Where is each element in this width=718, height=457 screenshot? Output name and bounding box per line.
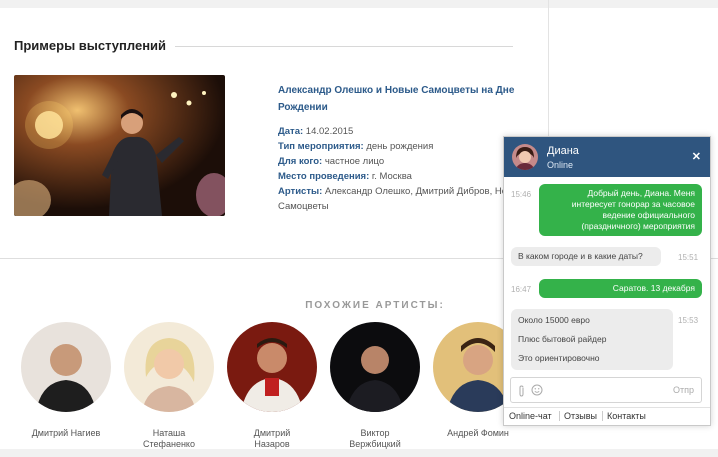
tab-contacts[interactable]: Контакты [602,411,646,421]
operator-message: Саратов. 13 декабря [539,279,702,298]
title-rule [175,46,513,47]
event-title-link[interactable]: Александр Олешко и Новые Самоцветы на Дн… [278,82,528,116]
artist-name[interactable]: Дмитрий Нагиев [16,428,116,439]
artist-name[interactable]: Виктор Верж­бицкий [325,428,425,450]
artist-card[interactable]: Виктор Верж­бицкий [325,322,425,450]
event-artists-row: Артисты: Александр Олешко, Дмитрий Дибро… [278,184,528,214]
artist-name-line1: Виктор [360,428,390,438]
event-place-row: Место проведения: г. Москва [278,169,528,184]
event-date: 14.02.2015 [305,126,354,137]
event-photo[interactable] [14,75,225,216]
chat-tabs: Online-чат Отзывы Контакты [504,407,710,426]
event-artists-label: Артисты: [278,186,323,197]
artist-card[interactable]: Наташа Стефаненко [119,322,219,450]
client-message: В каком городе и в какие даты? [511,247,661,266]
tab-reviews[interactable]: Отзывы [559,411,597,421]
artist-name-line1: Андрей Фомин [447,428,509,438]
event-for-row: Для кого: частное лицо [278,154,528,169]
event-date-row: Дата: 14.02.2015 [278,124,528,139]
event-type-label: Тип мероприятия: [278,141,364,152]
artist-name-line2: Назаров [254,439,290,449]
artist-name-line2: Верж­бицкий [349,439,401,449]
artist-avatar[interactable] [330,322,420,412]
message-time: 15:46 [511,190,532,199]
artist-card[interactable]: Дмитрий Назаров [222,322,322,450]
chat-header: Диана Online ✕ [504,137,710,177]
bottom-band [0,449,718,457]
operator-message: Добрый день, Диана. Меня интересует гоно… [539,184,702,236]
emoji-icon[interactable] [531,384,543,396]
message-input[interactable]: Отпр [510,377,702,403]
operator-status: Online [547,160,574,170]
artist-avatar[interactable] [227,322,317,412]
event-place-label: Место проведения: [278,171,370,182]
event-place: г. Москва [371,171,412,182]
artist-name-line2: Стефаненко [143,439,195,449]
event-for: частное лицо [324,156,385,167]
event-for-label: Для кого: [278,156,323,167]
artist-card[interactable]: Дмитрий Нагиев [16,322,116,439]
send-button[interactable]: Отпр [673,385,694,395]
top-band [0,0,718,8]
artist-name[interactable]: Наташа Стефаненко [119,428,219,450]
chat-widget: Диана Online ✕ 15:46 Добрый день, Диана.… [503,136,711,426]
message-line: Около 15000 евро [518,315,590,325]
artist-name[interactable]: Дмитрий Назаров [222,428,322,450]
artist-name-line1: Дмитрий Нагиев [31,428,101,438]
operator-avatar [512,144,538,170]
event-type-row: Тип мероприятия: день рождения [278,139,528,154]
artist-name-line1: Наташа [152,428,186,438]
tab-online-chat[interactable]: Online-чат [509,411,552,421]
message-time: 16:47 [511,285,532,294]
event-date-label: Дата: [278,126,304,137]
chat-messages[interactable]: 15:46 Добрый день, Диана. Меня интересуе… [504,177,710,373]
event-info: Александр Олешко и Новые Самоцветы на Дн… [278,82,528,214]
artist-name-line1: Дмитрий [253,428,291,438]
client-message: Около 15000 евро Плюс бытовой райдер Это… [511,309,673,370]
event-type: день рождения [366,141,434,152]
operator-name: Диана [547,145,579,157]
paperclip-icon[interactable] [517,385,526,397]
message-line: Плюс бытовой райдер [518,334,607,344]
close-icon[interactable]: ✕ [692,150,701,163]
message-time: 15:53 [678,316,699,325]
section-title: Примеры выступлений [14,38,167,53]
artist-name[interactable]: Андрей Фомин [428,428,528,439]
message-time: 15:51 [678,253,699,262]
artist-avatar[interactable] [21,322,111,412]
artist-avatar[interactable] [124,322,214,412]
message-line: Это ориентировочно [518,353,600,363]
